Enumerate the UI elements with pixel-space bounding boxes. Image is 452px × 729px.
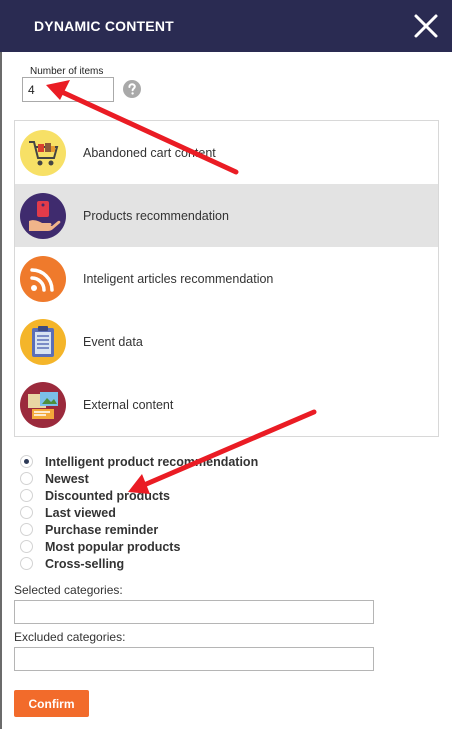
dialog-left-edge — [0, 52, 2, 729]
radio-cross-selling[interactable]: Cross-selling — [20, 555, 258, 572]
radio-label: Cross-selling — [45, 556, 125, 571]
dialog-title: DYNAMIC CONTENT — [34, 18, 174, 34]
content-type-event-data[interactable]: Event data — [15, 310, 438, 373]
content-type-label: Products recommendation — [83, 208, 229, 223]
selected-categories-input[interactable] — [14, 600, 374, 624]
rss-icon — [20, 255, 66, 302]
radio-label: Newest — [45, 471, 89, 486]
radio-label: Intelligent product recommendation — [45, 454, 259, 469]
radio-label: Discounted products — [45, 488, 171, 503]
content-type-abandoned-cart[interactable]: Abandoned cart content — [15, 121, 438, 184]
external-content-icon — [20, 381, 66, 428]
clipboard-icon — [20, 318, 66, 365]
dialog-header: DYNAMIC CONTENT — [0, 0, 452, 52]
excluded-categories-label: Excluded categories: — [14, 630, 126, 644]
number-of-items-input[interactable] — [22, 77, 114, 102]
radio-label: Purchase reminder — [45, 522, 159, 537]
radio-button[interactable] — [20, 540, 33, 553]
shopping-cart-icon — [20, 129, 66, 176]
excluded-categories-input[interactable] — [14, 647, 374, 671]
content-type-label: Inteligent articles recommendation — [83, 271, 274, 286]
radio-newest[interactable]: Newest — [20, 470, 258, 487]
confirm-button[interactable]: Confirm — [14, 690, 89, 717]
radio-purchase-reminder[interactable]: Purchase reminder — [20, 521, 258, 538]
radio-intelligent-product-recommendation[interactable]: Intelligent product recommendation — [20, 453, 258, 470]
help-icon[interactable] — [123, 80, 141, 98]
radio-button[interactable] — [20, 472, 33, 485]
radio-button[interactable] — [20, 523, 33, 536]
radio-last-viewed[interactable]: Last viewed — [20, 504, 258, 521]
content-type-list: Abandoned cart content Products recommen… — [14, 120, 439, 437]
radio-button[interactable] — [20, 455, 33, 468]
radio-button[interactable] — [20, 506, 33, 519]
close-icon[interactable] — [412, 12, 440, 40]
radio-button[interactable] — [20, 557, 33, 570]
radio-button[interactable] — [20, 489, 33, 502]
radio-discounted-products[interactable]: Discounted products — [20, 487, 258, 504]
product-tag-hand-icon — [20, 192, 66, 239]
content-type-products-recommendation[interactable]: Products recommendation — [15, 184, 438, 247]
radio-label: Last viewed — [45, 505, 116, 520]
radio-most-popular-products[interactable]: Most popular products — [20, 538, 258, 555]
content-type-label: External content — [83, 397, 174, 412]
recommendation-mode-group: Intelligent product recommendation Newes… — [20, 453, 258, 572]
selected-categories-label: Selected categories: — [14, 583, 123, 597]
radio-label: Most popular products — [45, 539, 181, 554]
number-of-items-label: Number of items — [28, 66, 106, 77]
content-type-label: Event data — [83, 334, 143, 349]
content-type-external-content[interactable]: External content — [15, 373, 438, 436]
content-type-articles-recommendation[interactable]: Inteligent articles recommendation — [15, 247, 438, 310]
content-type-label: Abandoned cart content — [83, 145, 216, 160]
